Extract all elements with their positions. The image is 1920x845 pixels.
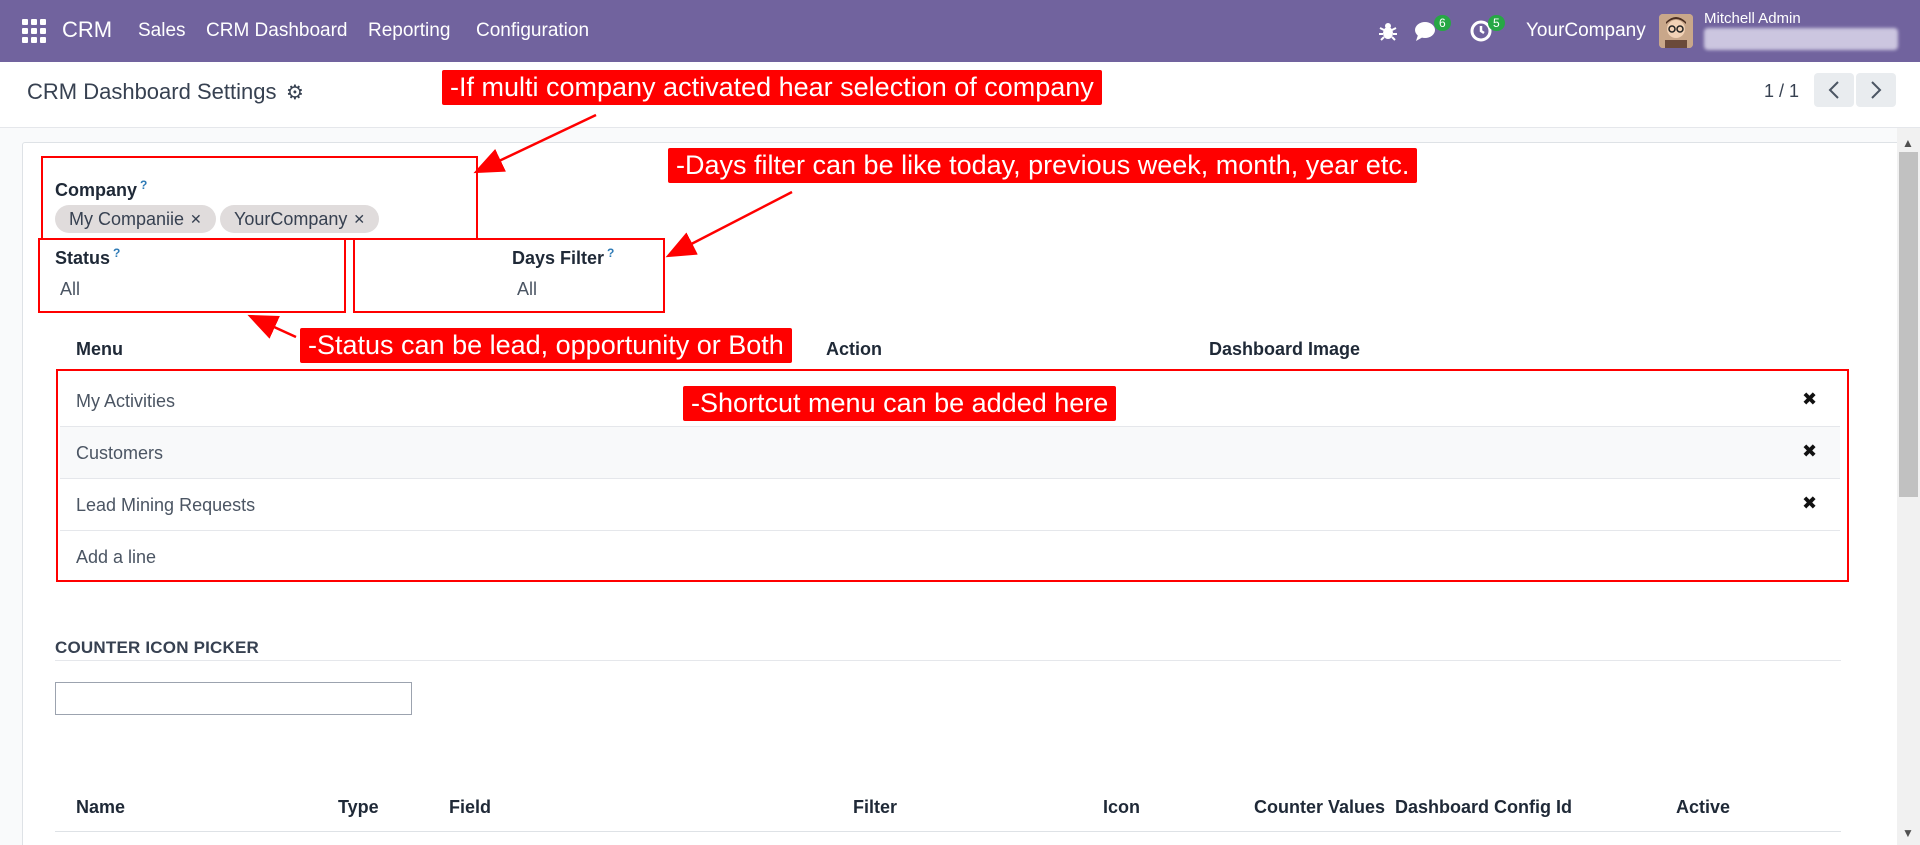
company-switcher[interactable]: YourCompany — [1526, 20, 1646, 42]
column-header-field[interactable]: Field — [449, 797, 491, 818]
column-header-menu[interactable]: Menu — [76, 339, 123, 360]
annotation-shortcut-note: -Shortcut menu can be added here — [683, 386, 1117, 421]
nav-item-configuration[interactable]: Configuration — [476, 20, 589, 42]
column-header-icon[interactable]: Icon — [1103, 797, 1140, 818]
annotation-company-note: -If multi company activated hear selecti… — [442, 70, 1102, 105]
column-header-dashboard-image[interactable]: Dashboard Image — [1209, 339, 1360, 360]
nav-item-crm-dashboard[interactable]: CRM Dashboard — [206, 20, 348, 42]
avatar[interactable] — [1659, 14, 1693, 48]
company-highlight-box — [41, 156, 478, 240]
status-highlight-box — [38, 238, 346, 313]
scroll-up-arrow-icon[interactable]: ▲ — [1902, 136, 1914, 150]
annotation-status-note: -Status can be lead, opportunity or Both — [300, 328, 792, 363]
annotation-days-note: -Days filter can be like today, previous… — [668, 148, 1418, 183]
user-name[interactable]: Mitchell Admin — [1704, 10, 1801, 27]
app-brand[interactable]: CRM — [62, 17, 112, 43]
column-header-counter-values[interactable]: Counter Values — [1254, 797, 1385, 818]
column-header-name[interactable]: Name — [76, 797, 125, 818]
column-header-action[interactable]: Action — [826, 339, 882, 360]
counter-icon-input[interactable] — [55, 682, 412, 715]
scrollbar-thumb[interactable] — [1899, 152, 1918, 497]
section-divider — [55, 660, 1841, 661]
pager-previous-button[interactable] — [1814, 73, 1854, 107]
pager-next-button[interactable] — [1856, 73, 1896, 107]
activities-badge: 5 — [1488, 15, 1505, 31]
chevron-right-icon — [1871, 81, 1882, 99]
column-header-filter[interactable]: Filter — [853, 797, 897, 818]
apps-grid-icon[interactable] — [22, 19, 46, 43]
top-navbar: CRM Sales CRM Dashboard Reporting Config… — [0, 0, 1920, 62]
messages-badge: 6 — [1434, 15, 1451, 31]
days-filter-highlight-box — [353, 238, 665, 313]
scroll-down-arrow-icon[interactable]: ▼ — [1902, 826, 1914, 840]
column-header-dashboard-config-id[interactable]: Dashboard Config Id — [1395, 797, 1572, 818]
redacted-database-name — [1704, 28, 1898, 50]
column-header-type[interactable]: Type — [338, 797, 379, 818]
gear-icon[interactable]: ⚙ — [286, 80, 304, 105]
nav-item-reporting[interactable]: Reporting — [368, 20, 450, 42]
pager-value[interactable]: 1 / 1 — [1764, 81, 1799, 102]
clock-icon[interactable]: 5 — [1470, 15, 1505, 47]
bug-icon[interactable] — [1378, 20, 1398, 47]
page-title: CRM Dashboard Settings — [27, 79, 277, 104]
section-title: COUNTER ICON PICKER — [55, 638, 260, 657]
chevron-left-icon — [1828, 81, 1839, 99]
table-header-divider — [55, 831, 1841, 832]
chat-icon[interactable]: 6 — [1414, 15, 1451, 47]
column-header-active[interactable]: Active — [1676, 797, 1730, 818]
nav-item-sales[interactable]: Sales — [138, 20, 186, 42]
